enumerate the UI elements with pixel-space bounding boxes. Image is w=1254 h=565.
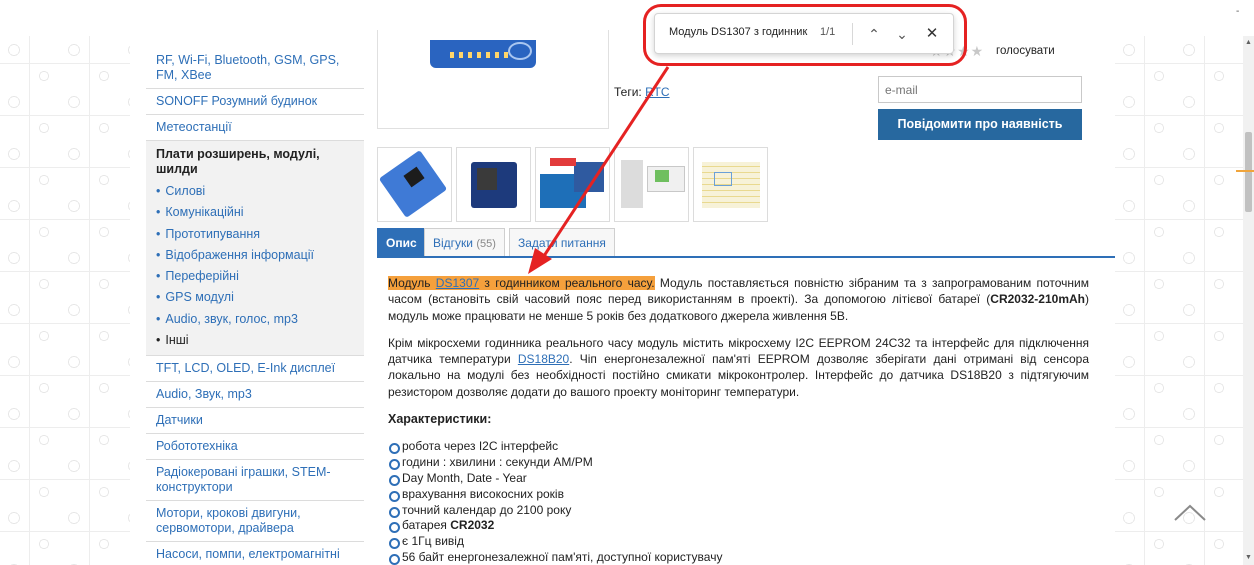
bullet-icon: • xyxy=(156,269,161,284)
tags-label: Теги: xyxy=(614,85,642,99)
list-item: батарея CR2032 xyxy=(388,518,1089,534)
sidebar-subitem-power[interactable]: • Силові xyxy=(156,181,354,202)
sidebar-item-pumps[interactable]: Насоси, помпи, електромагнітні xyxy=(146,542,364,565)
tabs-underline xyxy=(377,256,1115,258)
scroll-up-icon[interactable]: ▲ xyxy=(1243,38,1254,48)
thumbnail-3[interactable] xyxy=(535,147,610,222)
tab-description[interactable]: Опис xyxy=(377,228,426,257)
rtc-module-picture xyxy=(430,40,536,68)
category-sidebar: RF, Wi-Fi, Bluetooth, GSM, GPS, FM, XBee… xyxy=(146,36,364,565)
product-main-image[interactable] xyxy=(377,30,609,129)
sidebar-item-robotics[interactable]: Робототехніка xyxy=(146,434,364,461)
bullet-icon: • xyxy=(156,290,161,305)
sidebar-subitem-other[interactable]: • Інші xyxy=(156,330,354,351)
sidebar-subitem-gps[interactable]: • GPS модулі xyxy=(156,287,354,308)
features-title: Характеристики: xyxy=(388,412,492,427)
sidebar-item-audio[interactable]: Audio, Звук, mp3 xyxy=(146,382,364,409)
bullet-icon: • xyxy=(156,184,161,198)
bullet-icon: • xyxy=(156,333,161,348)
circuit-background-right xyxy=(1115,36,1243,565)
annotation-ring xyxy=(643,4,967,66)
product-description: Модуль DS1307 з годинником реального час… xyxy=(388,275,1089,565)
sidebar-subitem-communication[interactable]: • Комунікаційні xyxy=(156,202,354,223)
battery-spec: CR2032-210mAh xyxy=(990,292,1085,307)
sidebar-group-title[interactable]: Плати розширень, модулі, шилди xyxy=(156,147,354,177)
bullet-icon: • xyxy=(156,226,161,241)
list-item: точний календар до 2100 року xyxy=(388,503,1089,519)
description-paragraph-2: Крім мікросхеми годинника реального часу… xyxy=(388,335,1089,399)
find-result-marker xyxy=(1236,170,1254,172)
tag-link[interactable]: RTC xyxy=(645,85,669,99)
scrollbar-thumb[interactable] xyxy=(1245,132,1252,212)
list-item: Day Month, Date - Year xyxy=(388,471,1089,487)
product-tags: Теги: RTC xyxy=(614,85,670,99)
thumbnail-4[interactable] xyxy=(614,147,689,222)
features-list: робота через I2C інтерфейс години : хвил… xyxy=(388,439,1089,565)
sidebar-item-motors[interactable]: Мотори, крокові двигуни, сервомотори, др… xyxy=(146,501,364,543)
thumbnail-1[interactable] xyxy=(377,147,452,222)
list-item: години : хвилини : секунди AM/PM xyxy=(388,455,1089,471)
thumbnail-2[interactable] xyxy=(456,147,531,222)
sidebar-item-sonoff[interactable]: SONOFF Розумний будинок xyxy=(146,89,364,115)
scroll-down-icon[interactable]: ▼ xyxy=(1243,553,1254,563)
sidebar-group-shields: Плати розширень, модулі, шилди • Силові •… xyxy=(146,141,364,357)
vote-link[interactable]: голосувати xyxy=(996,45,1055,57)
list-item: робота через I2C інтерфейс xyxy=(388,439,1089,455)
find-highlight: Модуль DS1307 з годинником реального час… xyxy=(388,276,655,290)
sidebar-subitem-prototyping[interactable]: • Прототипування xyxy=(156,224,354,245)
email-input[interactable] xyxy=(878,76,1082,103)
bullet-icon: • xyxy=(156,247,161,262)
window-corner-mark: - xyxy=(1236,6,1240,17)
sidebar-item-rc-toys[interactable]: Радіокеровані іграшки, STEM-конструктори xyxy=(146,460,364,502)
sidebar-item-weather[interactable]: Метеостанції xyxy=(146,115,364,141)
tab-ask-question[interactable]: Задати питання xyxy=(509,228,615,257)
bullet-icon: • xyxy=(156,311,161,326)
sidebar-subitem-display-info[interactable]: • Відображення інформації xyxy=(156,245,354,266)
list-item: врахування високосних років xyxy=(388,487,1089,503)
description-paragraph-1: Модуль DS1307 з годинником реального час… xyxy=(388,276,1089,323)
notify-availability-button[interactable]: Повідомити про наявність xyxy=(878,109,1082,140)
sidebar-item-sensors[interactable]: Датчики xyxy=(146,408,364,435)
page-scrollbar[interactable]: ▲ ▼ xyxy=(1243,36,1254,565)
ds18b20-link[interactable]: DS18B20 xyxy=(518,352,569,366)
ds1307-link[interactable]: DS1307 xyxy=(436,276,479,290)
thumbnail-5[interactable] xyxy=(693,147,768,222)
sidebar-subitem-audio[interactable]: • Audio, звук, голос, mp3 xyxy=(156,309,354,330)
reviews-count: (55) xyxy=(476,238,496,250)
sidebar-subitem-peripherals[interactable]: • Переферійні xyxy=(156,266,354,287)
sidebar-item-displays[interactable]: TFT, LCD, OLED, E-Ink дисплеї xyxy=(146,356,364,383)
sidebar-item-rf[interactable]: RF, Wi-Fi, Bluetooth, GSM, GPS, FM, XBee xyxy=(146,36,364,89)
bullet-icon: • xyxy=(156,205,161,220)
circuit-background-left xyxy=(0,36,130,565)
list-item: є 1Гц вивід xyxy=(388,534,1089,550)
tab-reviews[interactable]: Відгуки (55) xyxy=(424,228,505,257)
list-item: 56 байт енергонезалежної пам'яті, доступ… xyxy=(388,550,1089,565)
chevron-up-icon[interactable] xyxy=(1172,496,1208,526)
